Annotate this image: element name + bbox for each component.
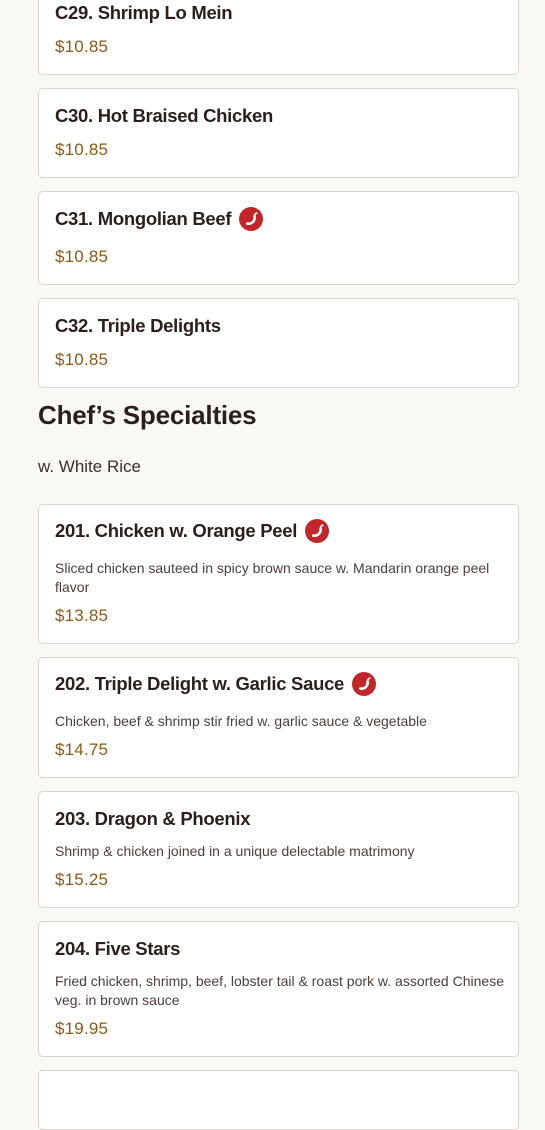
menu-item-price: $10.85 xyxy=(55,140,109,159)
menu-item-name: C31. Mongolian Beef xyxy=(55,208,232,229)
menu-item-card[interactable]: 201. Chicken w. Orange Peel Sliced chick… xyxy=(38,504,519,644)
section-title: Chef’s Specialties xyxy=(38,400,257,430)
menu-item-price: $10.85 xyxy=(55,350,109,369)
menu-item-header: C31. Mongolian Beef xyxy=(55,207,502,231)
menu-item-card[interactable]: C30. Hot Braised Chicken $10.85 xyxy=(38,88,519,178)
menu-item-header: 202. Triple Delight w. Garlic Sauce xyxy=(55,672,502,696)
menu-item-card[interactable]: C29. Shrimp Lo Mein $10.85 xyxy=(38,0,519,75)
menu-item-card[interactable]: 204. Five Stars Fried chicken, shrimp, b… xyxy=(38,921,519,1057)
menu-item-card[interactable]: 203. Dragon & Phoenix Shrimp & chicken j… xyxy=(38,791,519,908)
chili-pepper-icon xyxy=(239,207,264,231)
menu-item-description: Sliced chicken sauteed in spicy brown sa… xyxy=(55,560,490,595)
menu-item-card[interactable] xyxy=(38,1070,519,1130)
menu-item-card[interactable]: C31. Mongolian Beef $10.85 xyxy=(38,191,519,285)
menu-item-card[interactable]: 202. Triple Delight w. Garlic Sauce Chic… xyxy=(38,657,519,778)
menu-item-name: 204. Five Stars xyxy=(55,938,181,959)
section-subtitle: w. White Rice xyxy=(38,457,141,476)
menu-item-header: 204. Five Stars xyxy=(55,938,502,960)
menu-item-name: C29. Shrimp Lo Mein xyxy=(55,2,233,23)
menu-item-name: 203. Dragon & Phoenix xyxy=(55,808,251,829)
menu-item-name: 202. Triple Delight w. Garlic Sauce xyxy=(55,673,345,694)
menu-item-description: Fried chicken, shrimp, beef, lobster tai… xyxy=(55,973,504,1008)
menu-item-price: $14.75 xyxy=(55,740,109,759)
menu-item-name: 201. Chicken w. Orange Peel xyxy=(55,520,298,541)
chili-pepper-icon xyxy=(352,672,377,696)
menu-item-price: $10.85 xyxy=(55,37,109,56)
menu-item-price: $15.25 xyxy=(55,870,109,889)
menu-item-name: C32. Triple Delights xyxy=(55,315,221,336)
menu-item-description: Chicken, beef & shrimp stir fried w. gar… xyxy=(55,713,427,729)
menu-item-header: C32. Triple Delights xyxy=(55,315,502,337)
menu-item-header: 201. Chicken w. Orange Peel xyxy=(55,519,502,543)
menu-item-price: $10.85 xyxy=(55,247,109,266)
menu-item-card[interactable]: C32. Triple Delights $10.85 xyxy=(38,298,519,388)
menu-item-header: 203. Dragon & Phoenix xyxy=(55,808,502,830)
menu-item-header: C29. Shrimp Lo Mein xyxy=(55,2,502,24)
menu-item-header: C30. Hot Braised Chicken xyxy=(55,105,502,127)
menu-item-price: $19.95 xyxy=(55,1019,109,1038)
chili-pepper-icon xyxy=(305,519,330,543)
menu-item-description: Shrimp & chicken joined in a unique dele… xyxy=(55,843,415,859)
menu-item-price: $13.85 xyxy=(55,606,109,625)
menu-item-name: C30. Hot Braised Chicken xyxy=(55,105,273,126)
